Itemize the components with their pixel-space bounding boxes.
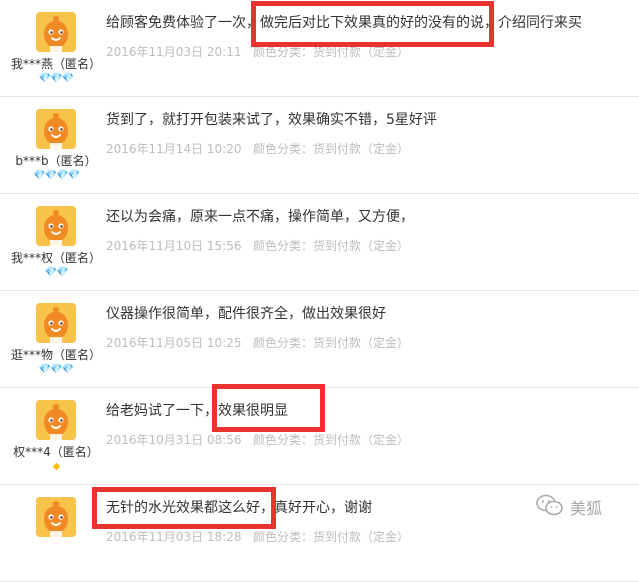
- review-text: 给顾客免费体验了一次，做完后对比下效果真的好的没有的说，介绍同行来买: [106, 15, 582, 31]
- reviewer-nickname: b***b（匿名）: [15, 154, 97, 168]
- review-date: 2016年11月03日 18:28: [106, 530, 242, 544]
- buyer-rank-icons: 💎💎: [44, 267, 69, 278]
- review-date: 2016年11月14日 10:20: [106, 142, 242, 156]
- review-meta: 2016年10月31日 08:56 颜色分类：货到付款（定金）: [106, 432, 409, 448]
- review-date: 2016年11月05日 10:25: [106, 336, 242, 350]
- sku-info: 颜色分类：货到付款（定金）: [253, 45, 410, 59]
- review-item: 我***权（匿名） 💎💎 还以为会痛，原来一点不痛，操作简单，又方便， 2016…: [0, 194, 639, 291]
- review-meta: 2016年11月10日 15:56 颜色分类：货到付款（定金）: [106, 238, 409, 254]
- avatar[interactable]: [36, 400, 76, 440]
- review-date: 2016年10月31日 08:56: [106, 433, 242, 447]
- review-date: 2016年11月03日 20:11: [106, 45, 242, 59]
- reviewer-nickname: 逛***物（匿名）: [10, 348, 101, 362]
- avatar[interactable]: [36, 109, 76, 149]
- sku-info: 颜色分类：货到付款（定金）: [253, 239, 410, 253]
- review-text: 还以为会痛，原来一点不痛，操作简单，又方便，: [106, 209, 414, 225]
- wechat-icon: [536, 494, 564, 520]
- review-item: 逛***物（匿名） 💎💎💎 仪器操作很简单，配件很齐全，做出效果很好 2016年…: [0, 291, 639, 388]
- review-meta: 2016年11月03日 18:28 颜色分类：货到付款（定金）: [106, 529, 409, 545]
- sku-info: 颜色分类：货到付款（定金）: [253, 433, 410, 447]
- buyer-rank-icons: 💎💎💎: [38, 364, 74, 375]
- avatar[interactable]: [36, 206, 76, 246]
- review-meta: 2016年11月14日 10:20 颜色分类：货到付款（定金）: [106, 141, 409, 157]
- review-text: 给老妈试了一下，效果很明显: [106, 403, 288, 419]
- buyer-rank-icons: 💎💎💎💎: [33, 170, 80, 181]
- review-meta: 2016年11月05日 10:25 颜色分类：货到付款（定金）: [106, 335, 409, 351]
- sku-info: 颜色分类：货到付款（定金）: [253, 142, 410, 156]
- review-item: 权***4（匿名） ◆ 给老妈试了一下，效果很明显 2016年10月31日 08…: [0, 388, 639, 485]
- avatar[interactable]: [36, 12, 76, 52]
- review-text: 无针的水光效果都这么好，真好开心，谢谢: [106, 500, 372, 516]
- review-item: 我***燕（匿名） 💎💎💎 给顾客免费体验了一次，做完后对比下效果真的好的没有的…: [0, 0, 639, 97]
- reviewer-nickname: 我***权（匿名）: [10, 251, 101, 265]
- watermark-text: 美狐: [570, 499, 603, 518]
- buyer-rank-icons: 💎💎💎: [38, 73, 74, 84]
- reviewer-nickname: 我***燕（匿名）: [10, 57, 101, 71]
- review-date: 2016年11月10日 15:56: [106, 239, 242, 253]
- sku-info: 颜色分类：货到付款（定金）: [253, 530, 410, 544]
- review-item: b***b（匿名） 💎💎💎💎 货到了，就打开包装来试了，效果确实不错，5星好评 …: [0, 97, 639, 194]
- reviewer-nickname: 权***4（匿名）: [13, 445, 99, 459]
- review-meta: 2016年11月03日 20:11 颜色分类：货到付款（定金）: [106, 44, 409, 60]
- buyer-rank-icons: ◆: [52, 461, 61, 472]
- watermark: 美狐: [536, 494, 603, 520]
- sku-info: 颜色分类：货到付款（定金）: [253, 336, 410, 350]
- review-text: 仪器操作很简单，配件很齐全，做出效果很好: [106, 306, 386, 322]
- avatar[interactable]: [36, 303, 76, 343]
- avatar[interactable]: [36, 497, 76, 537]
- review-text: 货到了，就打开包装来试了，效果确实不错，5星好评: [106, 112, 437, 128]
